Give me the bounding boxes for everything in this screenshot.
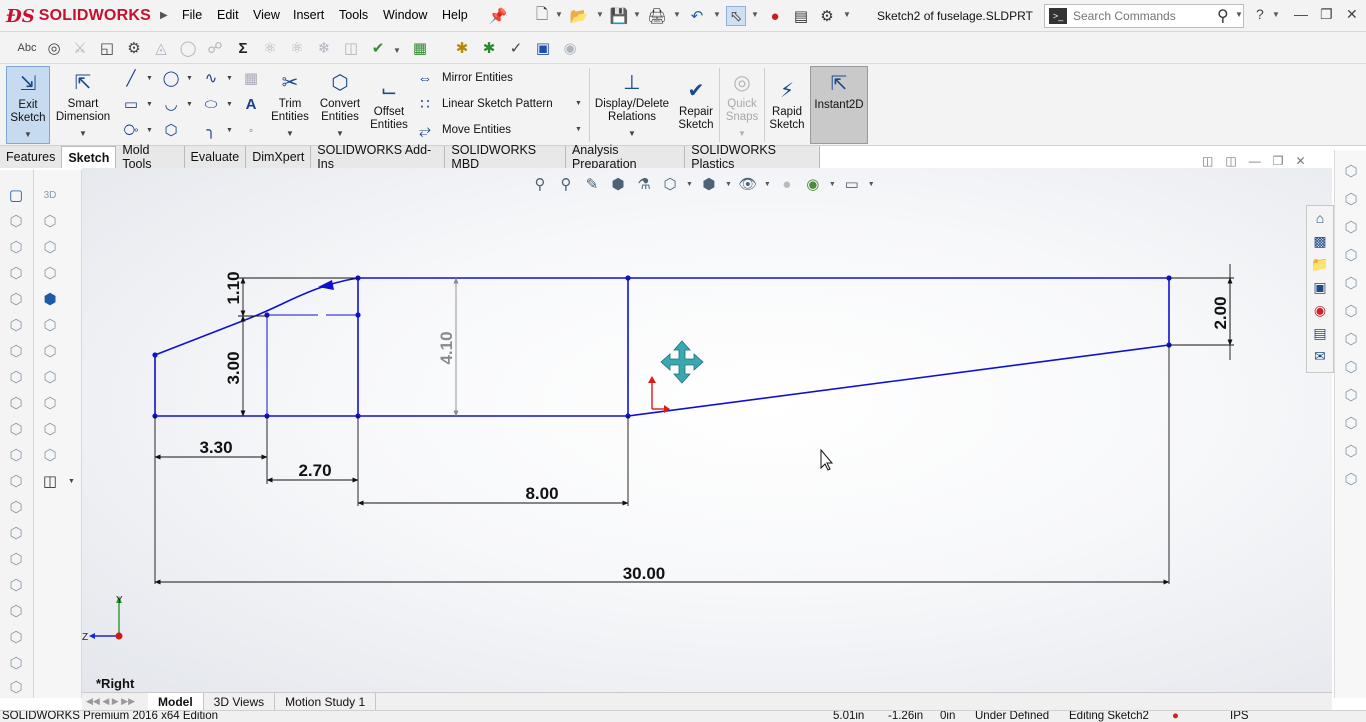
dimension-1-10[interactable]: 1.10 <box>224 271 243 304</box>
model-tabs-bar: ◀◀ ◀ ▶ ▶▶ Model 3D Views Motion Study 1 <box>82 692 1332 711</box>
cube-icon[interactable]: ⬡ <box>1340 384 1362 406</box>
sketch-point[interactable] <box>355 312 361 318</box>
cube-icon[interactable]: ⬡ <box>1340 160 1362 182</box>
task-pane-tabs: ⌂ ▩ 📁 ▣ ◉ ▤ ✉ <box>1306 205 1334 373</box>
dimension-2-70[interactable]: 2.70 <box>298 461 331 480</box>
design-library-icon[interactable]: ▩ <box>1309 230 1331 252</box>
sketch-points[interactable] <box>152 275 1172 419</box>
status-z-coordinate: 0in <box>940 710 956 722</box>
sketch-spline[interactable] <box>244 277 359 321</box>
right-icon-strip: ⬡ ⬡ ⬡ ⬡ ⬡ ⬡ ⬡ ⬡ ⬡ ⬡ ⬡ ⬡ <box>1334 150 1366 698</box>
tab-motion-study-1[interactable]: Motion Study 1 <box>275 692 377 711</box>
appearances-icon[interactable]: ◉ <box>1309 299 1331 321</box>
status-editing: Editing Sketch2 <box>1069 710 1149 722</box>
triad-y-label: Y <box>116 595 123 606</box>
cube-icon[interactable]: ⬡ <box>1340 216 1362 238</box>
view-palette-icon[interactable]: ▣ <box>1309 276 1331 298</box>
cube-icon[interactable]: ⬡ <box>1340 328 1362 350</box>
cube-icon[interactable]: ⬡ <box>1340 188 1362 210</box>
sketch-canvas[interactable]: 1.10 3.00 4.10 2.00 3.30 2.70 8.00 30.00… <box>0 0 1366 722</box>
sketch-point[interactable] <box>264 312 270 318</box>
tab-3d-views[interactable]: 3D Views <box>204 692 276 711</box>
cube-icon[interactable]: ⬡ <box>1340 244 1362 266</box>
rebuild-indicator-icon[interactable]: ● <box>1172 711 1179 722</box>
dimension-4-10[interactable]: 4.10 <box>437 331 456 364</box>
cube-icon[interactable]: ⬡ <box>1340 412 1362 434</box>
dimension-2-00[interactable]: 2.00 <box>1211 296 1230 329</box>
sketch-line[interactable] <box>627 344 1170 417</box>
sketch-line[interactable] <box>154 319 246 356</box>
file-explorer-icon[interactable]: 📁 <box>1309 253 1331 275</box>
dimension-3-00[interactable]: 3.00 <box>224 351 243 384</box>
mouse-pointer-icon <box>820 448 834 471</box>
sketch-point[interactable] <box>625 275 631 281</box>
forum-icon[interactable]: ✉ <box>1309 345 1331 367</box>
status-x-coordinate: 5.01in <box>833 710 865 722</box>
dimension-lines <box>154 264 1234 585</box>
dimension-30-00[interactable]: 30.00 <box>623 564 666 583</box>
status-y-coordinate: -1.26in <box>888 710 924 722</box>
move-cursor-icon <box>660 340 704 384</box>
view-triad: Y Z <box>82 595 123 643</box>
tab-model[interactable]: Model <box>148 692 204 711</box>
cube-icon[interactable]: ⬡ <box>1340 356 1362 378</box>
dimension-8-00[interactable]: 8.00 <box>525 484 558 503</box>
cube-icon[interactable]: ⬡ <box>1340 300 1362 322</box>
tab-scroll-arrows-icon[interactable]: ◀◀ ◀ ▶ ▶▶ <box>82 696 148 707</box>
cube-icon[interactable]: ⬡ <box>1340 272 1362 294</box>
status-bar: SOLIDWORKS Premium 2016 x64 Edition 5.01… <box>0 710 1366 722</box>
sketch-geometry[interactable] <box>154 277 1170 417</box>
sketch-origin-icon[interactable] <box>648 376 670 413</box>
status-units[interactable]: IPS <box>1230 711 1249 722</box>
spline-handle[interactable] <box>318 280 334 290</box>
cube-icon[interactable]: ⬡ <box>1340 468 1362 490</box>
view-orientation-label: *Right <box>96 676 135 691</box>
triad-z-label: Z <box>82 632 88 643</box>
status-edition: SOLIDWORKS Premium 2016 x64 Edition <box>2 710 219 722</box>
home-icon[interactable]: ⌂ <box>1309 207 1331 229</box>
cube-icon[interactable]: ⬡ <box>1340 440 1362 462</box>
dimension-3-30[interactable]: 3.30 <box>199 438 232 457</box>
sketch-point[interactable] <box>152 352 158 358</box>
custom-properties-icon[interactable]: ▤ <box>1309 322 1331 344</box>
status-sketch-state: Under Defined <box>975 710 1050 722</box>
